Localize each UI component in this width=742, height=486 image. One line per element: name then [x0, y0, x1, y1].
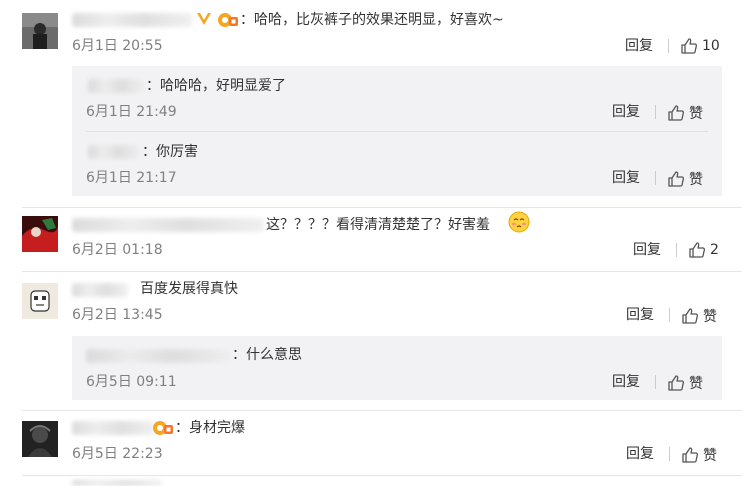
like-label: 赞 [689, 376, 703, 392]
username-blurred[interactable] [72, 13, 192, 27]
reply-username-blurred[interactable] [88, 145, 140, 159]
reply-button[interactable]: 回复 [612, 373, 640, 391]
thumbs-up-icon [682, 447, 698, 463]
thumbs-up-icon [668, 171, 684, 187]
vip-badge-icon [217, 10, 239, 32]
thumbs-up-icon [682, 308, 698, 324]
action-divider [655, 375, 656, 389]
reply-button[interactable]: 回复 [625, 37, 653, 55]
action-divider [669, 447, 670, 461]
vip-badge-icon [152, 418, 174, 440]
username-blurred[interactable] [72, 218, 264, 232]
comment-time: 6月2日 13:45 [72, 307, 163, 323]
like-button[interactable]: 10 [680, 37, 720, 55]
reply-button[interactable]: 回复 [612, 169, 640, 187]
user-avatar[interactable] [22, 283, 58, 319]
reply-container: ：哈哈哈，好明显爱了 6月1日 21:49 回复 赞 ：你厉害 6月1日 21:… [72, 66, 722, 196]
reply-divider [86, 131, 708, 132]
reply-time: 6月1日 21:17 [86, 170, 177, 186]
comment-text: 这？？？？看得清清楚楚了？好害羞 [266, 217, 490, 233]
action-divider [676, 243, 677, 257]
shy-face-emoji [508, 211, 530, 237]
verified-v-icon [195, 10, 213, 32]
comment-time: 6月2日 01:18 [72, 242, 163, 258]
action-divider [655, 105, 656, 119]
reply-button[interactable]: 回复 [612, 103, 640, 121]
username-blurred[interactable] [72, 283, 128, 297]
like-button[interactable]: 赞 [681, 306, 717, 326]
user-avatar[interactable] [22, 421, 58, 457]
username-blurred[interactable] [72, 421, 154, 435]
reply-username-blurred[interactable] [86, 349, 232, 363]
reply-text: ：什么意思 [232, 347, 302, 363]
comment-divider [22, 207, 742, 208]
comment-text: ：身材完爆 [175, 420, 245, 436]
reply-button[interactable]: 回复 [633, 241, 661, 259]
like-button[interactable]: 2 [688, 241, 719, 259]
like-label: 赞 [689, 106, 703, 122]
comment-text: ：哈哈，比灰裤子的效果还明显，好喜欢~ [240, 12, 504, 28]
reply-text: ：哈哈哈，好明显爱了 [146, 78, 286, 94]
thumbs-up-icon [689, 242, 705, 258]
like-button[interactable]: 赞 [667, 103, 703, 123]
thumbs-up-icon [668, 105, 684, 121]
like-button[interactable]: 赞 [667, 373, 703, 393]
reply-button[interactable]: 回复 [626, 306, 654, 324]
comment-divider [22, 475, 742, 476]
like-button[interactable]: 赞 [667, 169, 703, 189]
action-divider [668, 39, 669, 53]
like-label: 赞 [689, 172, 703, 188]
like-count: 2 [710, 242, 719, 258]
reply-username-blurred[interactable] [88, 79, 144, 93]
next-username-blurred[interactable] [72, 480, 162, 486]
comment-divider [22, 271, 742, 272]
user-avatar[interactable] [22, 216, 58, 252]
like-count: 10 [702, 38, 720, 54]
reply-container: ：什么意思 6月5日 09:11 回复 赞 [72, 336, 722, 400]
reply-time: 6月5日 09:11 [86, 374, 177, 390]
thumbs-up-icon [681, 38, 697, 54]
like-label: 赞 [703, 309, 717, 325]
comment-time: 6月1日 20:55 [72, 38, 163, 54]
user-avatar[interactable] [22, 13, 58, 49]
thumbs-up-icon [668, 375, 684, 391]
action-divider [669, 308, 670, 322]
like-label: 赞 [703, 448, 717, 464]
comment-divider [22, 410, 742, 411]
comment-time: 6月5日 22:23 [72, 446, 163, 462]
action-divider [655, 171, 656, 185]
reply-text: ：你厉害 [142, 144, 198, 160]
reply-button[interactable]: 回复 [626, 445, 654, 463]
like-button[interactable]: 赞 [681, 445, 717, 465]
comment-text: 百度发展得真快 [140, 281, 238, 297]
reply-time: 6月1日 21:49 [86, 104, 177, 120]
